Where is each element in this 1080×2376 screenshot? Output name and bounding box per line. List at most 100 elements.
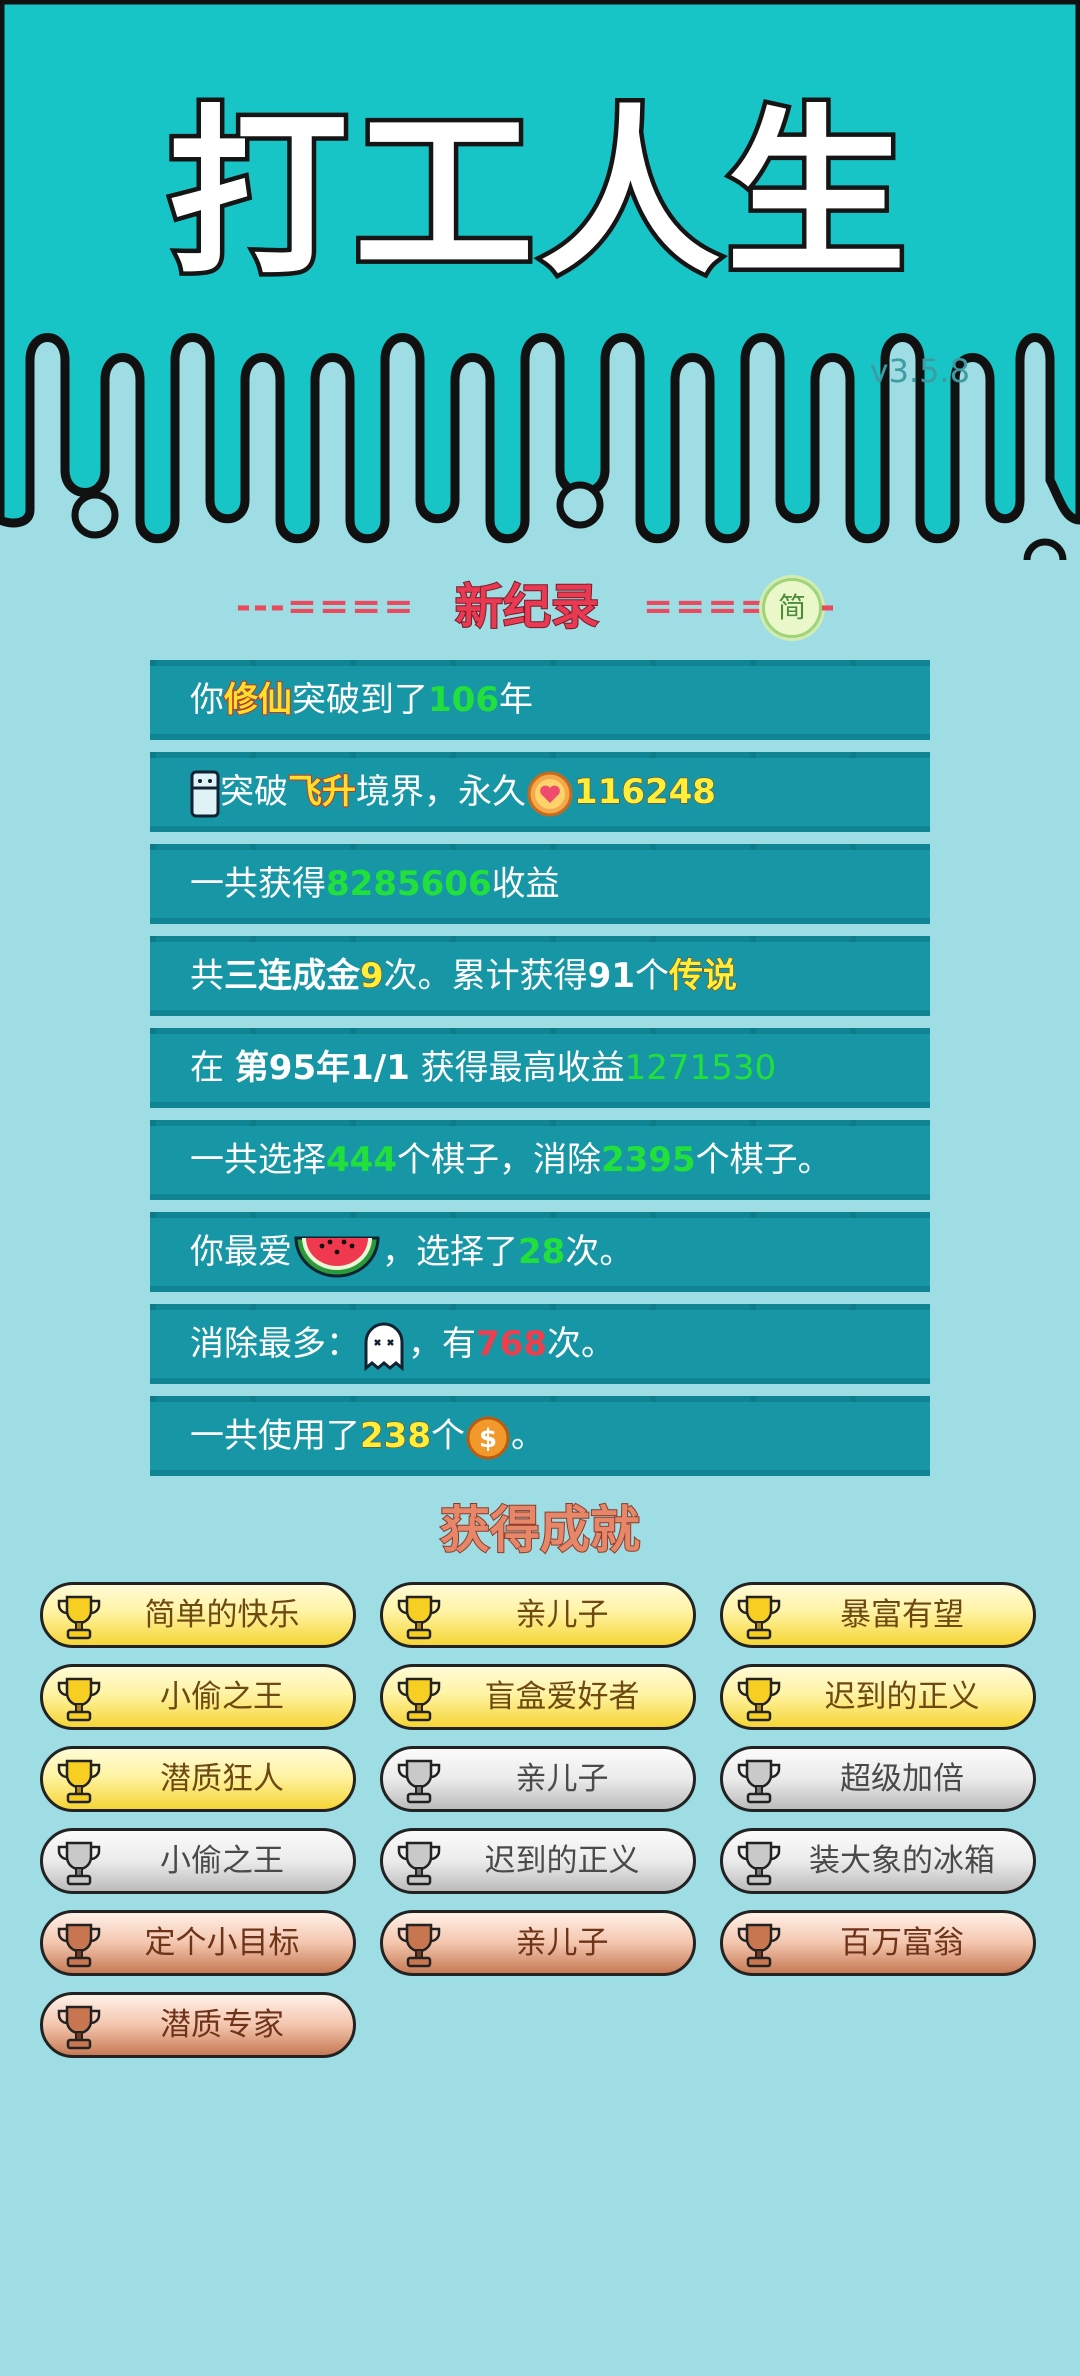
stat-highlight: 传说 xyxy=(669,956,738,997)
achievement-label: 亲儿子 xyxy=(515,1597,609,1633)
achievement-badge[interactable]: 小偷之王 xyxy=(40,1664,356,1730)
simplified-chinese-toggle-button[interactable]: 简 xyxy=(762,578,822,638)
achievement-label: 潜质狂人 xyxy=(160,1761,284,1797)
achievement-label: 潜质专家 xyxy=(160,2007,284,2043)
stat-text: 你最爱 xyxy=(190,1232,292,1272)
stat-row-pieces: 一共选择444个棋子，消除2395个棋子。 xyxy=(150,1120,930,1200)
stat-text: ，有 xyxy=(408,1324,476,1364)
achievement-badge[interactable]: 装大象的冰箱 xyxy=(720,1828,1036,1894)
stat-highlight: 三连成金 xyxy=(224,956,360,996)
stat-text: 次。 xyxy=(565,1232,634,1272)
stat-text: 你 xyxy=(190,680,224,720)
achievement-label: 小偷之王 xyxy=(160,1843,284,1879)
achievement-badge[interactable]: 迟到的正义 xyxy=(380,1828,696,1894)
decor-dashes-right: ==== xyxy=(643,586,772,627)
stat-value: 2395 xyxy=(600,1140,696,1180)
stat-row-best-income: 在 第95年1/1 获得最高收益1271530 xyxy=(150,1028,930,1108)
stat-value: 106 xyxy=(428,680,499,720)
ghost-icon xyxy=(364,1322,404,1371)
stat-highlight: 飞升 xyxy=(287,771,357,813)
achievement-badge[interactable]: 百万富翁 xyxy=(720,1910,1036,1976)
trophy-icon xyxy=(397,1677,441,1722)
trophy-icon xyxy=(57,1841,101,1886)
trophy-icon xyxy=(737,1759,781,1804)
trophy-icon xyxy=(57,1677,101,1722)
stat-text: 个 xyxy=(430,1416,465,1456)
trophy-icon xyxy=(397,1841,441,1886)
trophy-icon xyxy=(57,1595,101,1640)
stat-value: 8285606 xyxy=(326,864,492,904)
achievement-label: 超级加倍 xyxy=(840,1761,964,1797)
stat-text: 获得最高收益 xyxy=(409,1048,625,1088)
achievement-badge[interactable]: 暴富有望 xyxy=(720,1582,1036,1648)
stat-text: 。 xyxy=(510,1416,545,1456)
trophy-icon xyxy=(737,1595,781,1640)
trophy-icon xyxy=(737,1841,781,1886)
stat-text: 一共获得 xyxy=(190,864,326,904)
stat-text: 年 xyxy=(498,680,533,720)
achievement-label: 简单的快乐 xyxy=(144,1597,300,1633)
stat-value: 1271530 xyxy=(624,1048,777,1088)
stat-row-triple: 共三连成金9次。累计获得91个传说 xyxy=(150,936,930,1016)
stat-text: ，选择了 xyxy=(382,1232,518,1272)
achievement-label: 定个小目标 xyxy=(144,1925,300,1961)
stat-value: 9 xyxy=(360,956,385,997)
new-record-title: 新纪录 xyxy=(454,578,600,636)
dollar-coin-icon: $ xyxy=(466,1416,510,1459)
trophy-icon xyxy=(57,1759,101,1804)
achievement-badge[interactable]: 潜质狂人 xyxy=(40,1746,356,1812)
stat-value: 768 xyxy=(476,1324,547,1364)
achievement-label: 装大象的冰箱 xyxy=(809,1843,995,1879)
stat-date: 第95年1/1 xyxy=(234,1048,410,1088)
achievement-label: 迟到的正义 xyxy=(824,1679,980,1715)
achievement-label: 迟到的正义 xyxy=(484,1843,640,1879)
app-title: 打工人生 xyxy=(163,90,912,299)
stat-text: 共 xyxy=(190,956,224,996)
stat-text: 次。累计获得 xyxy=(383,956,588,996)
achievement-badge[interactable]: 亲儿子 xyxy=(380,1746,696,1812)
achievements-title: 获得成就 xyxy=(439,1500,641,1560)
stat-text: 消除最多： xyxy=(190,1324,360,1364)
achievement-badge[interactable]: 亲儿子 xyxy=(380,1582,696,1648)
version-label: v3.5.8 xyxy=(869,352,970,390)
stat-value: 91 xyxy=(587,956,635,996)
stat-text: 个 xyxy=(635,956,669,996)
achievement-label: 亲儿子 xyxy=(515,1761,609,1797)
stat-text: 一共选择 xyxy=(190,1140,326,1180)
trophy-icon xyxy=(737,1923,781,1968)
achievement-label: 亲儿子 xyxy=(515,1925,609,1961)
stat-value: 238 xyxy=(360,1416,432,1457)
trophy-icon xyxy=(57,2005,101,2050)
stat-text: 次。 xyxy=(546,1324,615,1364)
stat-text: 突破到了 xyxy=(292,680,428,720)
achievement-label: 盲盒爱好者 xyxy=(484,1679,640,1715)
heart-coin-icon xyxy=(527,771,573,816)
achievement-badge[interactable]: 小偷之王 xyxy=(40,1828,356,1894)
trophy-icon xyxy=(397,1595,441,1640)
fridge-icon xyxy=(190,770,220,817)
stat-value: 444 xyxy=(326,1140,397,1180)
stat-text: 一共使用了 xyxy=(190,1416,360,1456)
stat-value: 116248 xyxy=(574,772,717,813)
achievement-badge[interactable]: 迟到的正义 xyxy=(720,1664,1036,1730)
achievement-badge[interactable]: 超级加倍 xyxy=(720,1746,1036,1812)
achievement-badge[interactable]: 潜质专家 xyxy=(40,1992,356,2058)
trophy-icon xyxy=(737,1677,781,1722)
stat-value: 28 xyxy=(518,1232,566,1272)
achievement-badge[interactable]: 亲儿子 xyxy=(380,1910,696,1976)
stat-row-income: 一共获得8285606收益 xyxy=(150,844,930,924)
stat-row-favorite: 你最爱 ，选择了28次。 xyxy=(150,1212,930,1292)
stat-highlight: 修仙 xyxy=(223,679,293,721)
achievement-badge[interactable]: 盲盒爱好者 xyxy=(380,1664,696,1730)
achievement-badge[interactable]: 简单的快乐 xyxy=(40,1582,356,1648)
trophy-icon xyxy=(57,1923,101,1968)
stat-text: 个棋子，消除 xyxy=(396,1140,601,1180)
achievement-label: 小偷之王 xyxy=(160,1679,284,1715)
stat-text: 境界，永久 xyxy=(356,772,526,812)
achievement-label: 百万富翁 xyxy=(840,1925,964,1961)
achievement-label: 暴富有望 xyxy=(840,1597,964,1633)
achievement-badge[interactable]: 定个小目标 xyxy=(40,1910,356,1976)
stat-row-most-removed: 消除最多： ，有768次。 xyxy=(150,1304,930,1384)
stat-row-cultivation: 你修仙突破到了106年 xyxy=(150,660,930,740)
new-record-header: ---==== 新纪录 ==== 简 - xyxy=(0,572,1080,642)
